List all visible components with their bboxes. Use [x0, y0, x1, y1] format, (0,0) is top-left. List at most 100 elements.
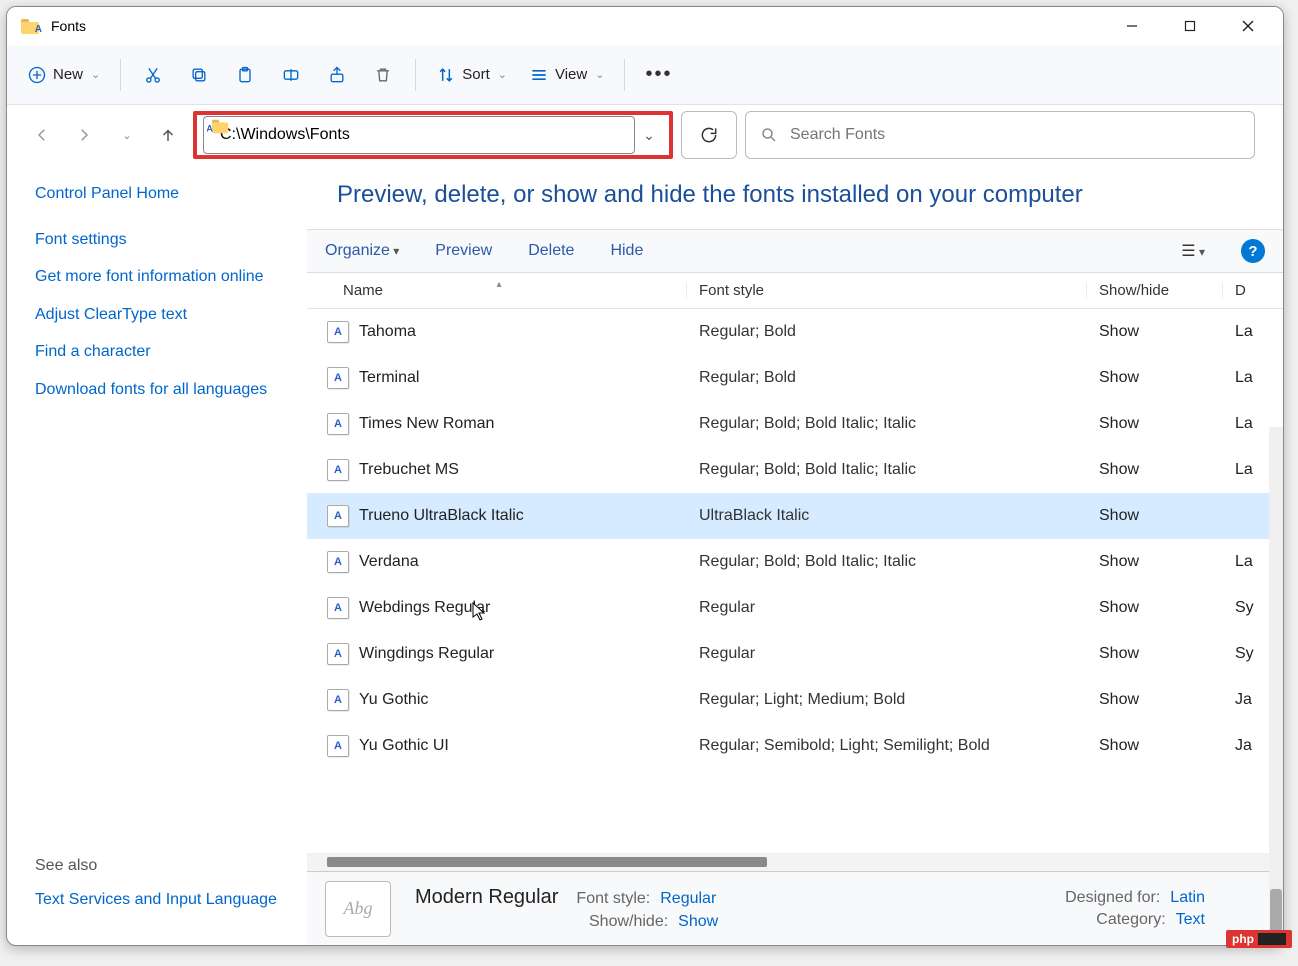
minimize-button[interactable]	[1103, 7, 1161, 45]
font-row[interactable]: ATahomaRegular; BoldShowLa	[307, 309, 1283, 355]
paste-button[interactable]	[225, 53, 265, 97]
organize-menu[interactable]: Organize	[325, 242, 399, 260]
search-box[interactable]	[745, 111, 1255, 159]
help-button[interactable]: ?	[1241, 239, 1265, 263]
font-showhide: Show	[1087, 461, 1223, 479]
column-designed[interactable]: D	[1223, 282, 1283, 299]
font-list[interactable]: ATahomaRegular; BoldShowLaATerminalRegul…	[307, 309, 1283, 853]
column-style[interactable]: Font style	[687, 282, 1087, 299]
font-style: Regular	[687, 645, 1087, 663]
font-designed: La	[1223, 369, 1283, 387]
fonts-folder-icon: A	[21, 16, 41, 36]
preview-action[interactable]: Preview	[435, 242, 492, 260]
up-button[interactable]	[151, 118, 185, 152]
sidebar-link-text-services[interactable]: Text Services and Input Language	[35, 889, 279, 911]
column-headers[interactable]: ▴Name Font style Show/hide D	[307, 273, 1283, 309]
sidebar-link-download[interactable]: Download fonts for all languages	[35, 379, 279, 401]
font-style: Regular; Semibold; Light; Semilight; Bol…	[687, 737, 1087, 755]
chevron-down-icon: ⌄	[91, 68, 100, 81]
font-name: Yu Gothic	[359, 691, 428, 709]
font-style: Regular; Bold; Bold Italic; Italic	[687, 461, 1087, 479]
font-row[interactable]: AYu Gothic UIRegular; Semibold; Light; S…	[307, 723, 1283, 769]
font-showhide: Show	[1087, 323, 1223, 341]
label-designed-for: Designed for:	[1065, 889, 1160, 907]
view-options[interactable]: ☰	[1181, 241, 1205, 261]
sort-up-icon: ▴	[497, 279, 502, 290]
value-font-style[interactable]: Regular	[660, 890, 716, 908]
rename-button[interactable]	[271, 53, 311, 97]
more-button[interactable]: •••	[637, 53, 680, 97]
font-row[interactable]: ATerminalRegular; BoldShowLa	[307, 355, 1283, 401]
back-button[interactable]	[25, 118, 59, 152]
hide-action[interactable]: Hide	[610, 242, 643, 260]
font-file-icon: A	[327, 505, 349, 527]
chevron-down-icon: ⌄	[498, 68, 507, 81]
column-showhide[interactable]: Show/hide	[1087, 282, 1223, 299]
window-title: Fonts	[51, 18, 86, 34]
column-name[interactable]: ▴Name	[307, 282, 687, 299]
font-row[interactable]: AWingdings RegularRegularShowSy	[307, 631, 1283, 677]
font-showhide: Show	[1087, 645, 1223, 663]
close-button[interactable]	[1219, 7, 1277, 45]
share-button[interactable]	[317, 53, 357, 97]
watermark: php	[1226, 930, 1292, 948]
font-showhide: Show	[1087, 507, 1223, 525]
value-category[interactable]: Text	[1176, 911, 1205, 929]
font-style: Regular; Bold; Bold Italic; Italic	[687, 415, 1087, 433]
horizontal-scrollbar[interactable]	[307, 853, 1283, 871]
cut-button[interactable]	[133, 53, 173, 97]
sidebar-link-cleartype[interactable]: Adjust ClearType text	[35, 304, 279, 326]
font-file-icon: A	[327, 413, 349, 435]
delete-action[interactable]: Delete	[528, 242, 574, 260]
organize-toolbar: Organize Preview Delete Hide ☰ ?	[307, 229, 1283, 273]
address-field[interactable]: A	[203, 116, 635, 154]
font-name: Trebuchet MS	[359, 461, 459, 479]
value-designed-for[interactable]: Latin	[1170, 889, 1205, 907]
font-showhide: Show	[1087, 691, 1223, 709]
address-bar-highlight: A ⌄	[193, 111, 673, 159]
chevron-down-icon: ⌄	[595, 68, 604, 81]
font-name: Wingdings Regular	[359, 645, 494, 663]
refresh-button[interactable]	[681, 111, 737, 159]
see-also-label: See also	[35, 857, 279, 875]
vertical-scrollbar[interactable]	[1269, 427, 1283, 945]
font-style: Regular; Bold	[687, 369, 1087, 387]
search-input[interactable]	[790, 126, 1240, 144]
value-show-hide[interactable]: Show	[678, 913, 718, 931]
font-showhide: Show	[1087, 369, 1223, 387]
titlebar[interactable]: A Fonts	[7, 7, 1283, 45]
font-name: Trueno UltraBlack Italic	[359, 507, 524, 525]
new-button[interactable]: New ⌄	[19, 53, 108, 97]
forward-button[interactable]	[67, 118, 101, 152]
sort-button[interactable]: Sort ⌄	[428, 53, 515, 97]
recent-dropdown[interactable]: ⌄	[109, 118, 143, 152]
font-row[interactable]: ATrueno UltraBlack ItalicUltraBlack Ital…	[307, 493, 1283, 539]
sidebar-link-control-panel[interactable]: Control Panel Home	[35, 183, 279, 205]
font-file-icon: A	[327, 643, 349, 665]
delete-button[interactable]	[363, 53, 403, 97]
address-input[interactable]	[220, 126, 626, 144]
font-file-icon: A	[327, 459, 349, 481]
view-button[interactable]: View ⌄	[521, 53, 612, 97]
scrollbar-thumb[interactable]	[327, 857, 767, 867]
font-file-icon: A	[327, 551, 349, 573]
copy-button[interactable]	[179, 53, 219, 97]
font-style: Regular; Light; Medium; Bold	[687, 691, 1087, 709]
fonts-window: A Fonts New ⌄ Sort ⌄ View ⌄	[6, 6, 1284, 946]
separator	[120, 59, 121, 91]
font-row[interactable]: AWebdings RegularRegularShowSy	[307, 585, 1283, 631]
font-row[interactable]: AVerdanaRegular; Bold; Bold Italic; Ital…	[307, 539, 1283, 585]
maximize-button[interactable]	[1161, 7, 1219, 45]
font-file-icon: A	[327, 735, 349, 757]
font-row[interactable]: ATimes New RomanRegular; Bold; Bold Ital…	[307, 401, 1283, 447]
font-row[interactable]: A Trebuchet MS Regular; Bold; Bold Italic;…	[307, 447, 1283, 493]
sidebar-link-more-info[interactable]: Get more font information online	[35, 266, 279, 288]
address-dropdown[interactable]: ⌄	[635, 127, 663, 144]
font-showhide: Show	[1087, 553, 1223, 571]
sort-label: Sort	[462, 66, 490, 83]
sidebar-link-find-char[interactable]: Find a character	[35, 341, 279, 363]
search-icon	[760, 126, 778, 144]
sidebar-link-font-settings[interactable]: Font settings	[35, 229, 279, 251]
page-title: Preview, delete, or show and hide the fo…	[307, 165, 1283, 229]
font-row[interactable]: AYu GothicRegular; Light; Medium; BoldSh…	[307, 677, 1283, 723]
